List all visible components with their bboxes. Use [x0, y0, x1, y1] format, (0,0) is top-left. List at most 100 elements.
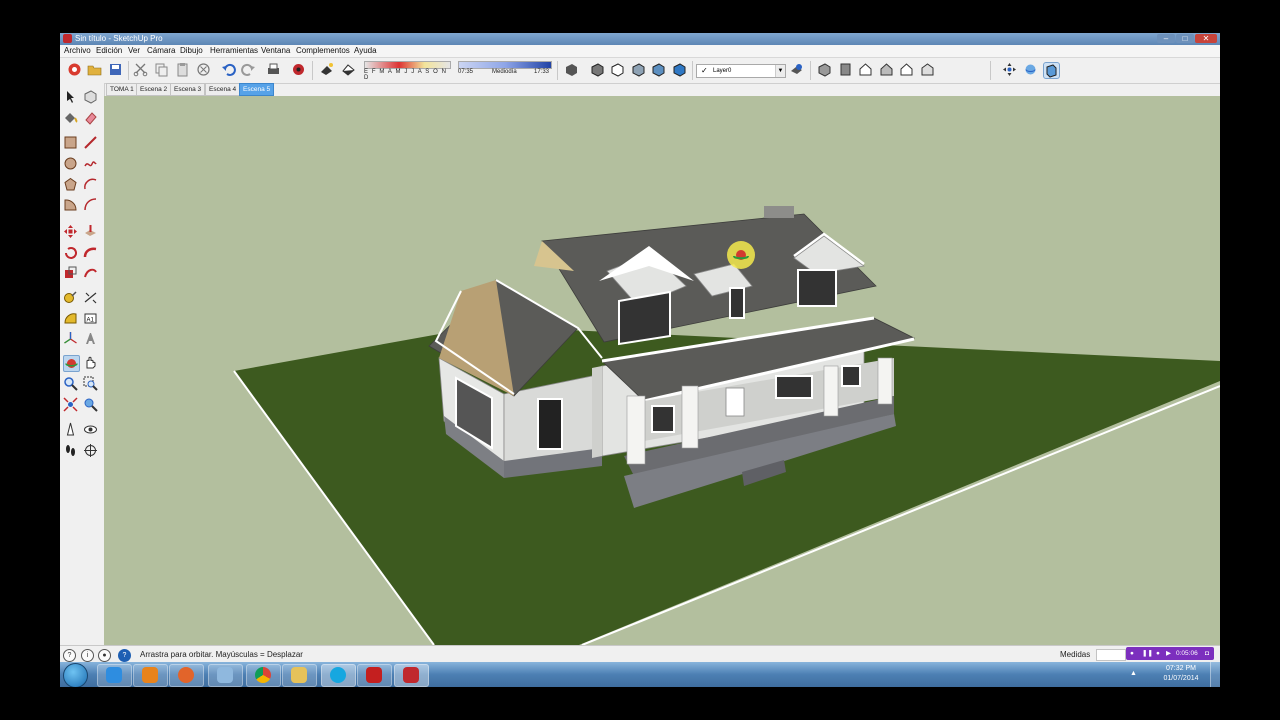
select-arrow-icon[interactable]	[63, 89, 78, 104]
shaded-style-icon[interactable]	[631, 62, 646, 77]
internet-explorer-icon[interactable]	[97, 664, 132, 687]
iso-view-icon[interactable]	[817, 62, 832, 77]
record-icon[interactable]: ●	[1156, 648, 1160, 659]
minimize-button[interactable]: –	[1157, 34, 1175, 43]
rotate-tool-icon[interactable]	[63, 245, 78, 260]
xray-style-icon[interactable]	[564, 62, 579, 77]
3d-text-icon[interactable]	[83, 331, 98, 346]
orbit-tool-icon[interactable]	[63, 355, 80, 372]
monochrome-style-icon[interactable]	[672, 62, 687, 77]
offset-tool-icon[interactable]	[83, 265, 98, 280]
acrobat-icon[interactable]	[357, 664, 392, 687]
close-button[interactable]: ✕	[1195, 34, 1217, 43]
shadows-toggle-icon[interactable]	[319, 62, 334, 77]
shadow-settings-icon[interactable]	[341, 62, 356, 77]
open-folder-icon[interactable]	[87, 62, 102, 77]
arc-2point-icon[interactable]	[83, 197, 98, 212]
cut-icon[interactable]	[133, 62, 148, 77]
model-viewport[interactable]	[104, 96, 1220, 645]
dimension-tool-icon[interactable]	[83, 290, 98, 305]
back-view-icon[interactable]	[899, 62, 914, 77]
undo-icon[interactable]	[221, 62, 236, 77]
move-tool-icon[interactable]	[63, 224, 78, 239]
file-explorer-icon[interactable]	[282, 664, 317, 687]
sketchup-taskbar-icon[interactable]	[394, 664, 429, 687]
model-info-icon[interactable]	[291, 62, 306, 77]
eraser-icon[interactable]	[83, 110, 98, 125]
wireframe-style-icon[interactable]	[590, 62, 605, 77]
chrome-icon[interactable]	[246, 664, 281, 687]
maximize-button[interactable]: □	[1176, 34, 1194, 43]
skype-icon[interactable]	[321, 664, 356, 687]
start-button[interactable]	[63, 663, 88, 687]
rectangle-tool-icon[interactable]	[63, 135, 78, 150]
show-desktop-button[interactable]	[1210, 662, 1220, 687]
menu-archivo[interactable]: Archivo	[64, 45, 91, 57]
arc-tool-icon[interactable]	[83, 177, 98, 192]
section-plane-icon[interactable]	[1043, 62, 1060, 79]
scene-tab-2[interactable]: Escena 2	[136, 83, 172, 96]
text-tool-icon[interactable]: A1	[83, 311, 98, 326]
scene-tab-1[interactable]: TOMA 1	[106, 83, 138, 96]
shaded-textures-style-icon[interactable]	[651, 62, 666, 77]
paste-icon[interactable]	[175, 62, 190, 77]
menu-ver[interactable]: Ver	[128, 45, 140, 57]
menu-edicion[interactable]: Edición	[96, 45, 122, 57]
hidden-line-style-icon[interactable]	[610, 62, 625, 77]
scene-tab-3[interactable]: Escena 3	[170, 83, 206, 96]
help-icon[interactable]: ?	[118, 649, 131, 662]
menu-complementos[interactable]: Complementos	[296, 45, 350, 57]
line-tool-icon[interactable]	[83, 135, 98, 150]
position-camera-icon[interactable]	[63, 422, 78, 437]
firefox-icon[interactable]	[169, 664, 204, 687]
zoom-icon[interactable]	[63, 376, 78, 391]
pie-tool-icon[interactable]	[63, 197, 78, 212]
paint-bucket-icon[interactable]	[63, 110, 78, 125]
layer-manager-icon[interactable]	[789, 62, 804, 77]
scene-tab-5[interactable]: Escena 5	[239, 83, 275, 96]
pan-hand-icon[interactable]	[83, 355, 98, 370]
layer-dropdown[interactable]: ✓ Layer0 ▼	[696, 64, 786, 78]
pause-icon[interactable]: ❚❚	[1142, 648, 1153, 659]
print-icon[interactable]	[266, 62, 281, 77]
zoom-window-icon[interactable]	[83, 376, 98, 391]
save-icon[interactable]	[108, 62, 123, 77]
geolocation-icon[interactable]: ?	[63, 649, 76, 662]
media-player-icon[interactable]	[133, 664, 168, 687]
make-component-icon[interactable]	[83, 89, 98, 104]
push-pull-icon[interactable]	[83, 224, 98, 239]
previous-view-icon[interactable]	[83, 397, 98, 412]
chevron-down-icon[interactable]: ▼	[775, 65, 785, 77]
move-arrows-icon[interactable]	[1002, 62, 1017, 77]
walk-footprints-icon[interactable]	[63, 443, 78, 458]
erase-icon[interactable]	[196, 62, 211, 77]
remote-desktop-icon[interactable]	[208, 664, 243, 687]
follow-me-icon[interactable]	[83, 245, 98, 260]
menu-dibujo[interactable]: Dibujo	[180, 45, 203, 57]
menu-ayuda[interactable]: Ayuda	[354, 45, 377, 57]
menu-camara[interactable]: Cámara	[147, 45, 175, 57]
left-view-icon[interactable]	[920, 62, 935, 77]
recorder-menu-icon[interactable]: ◘	[1205, 648, 1209, 659]
credits-icon[interactable]: i	[81, 649, 94, 662]
tape-measure-icon[interactable]	[63, 290, 78, 305]
look-around-icon[interactable]	[83, 422, 98, 437]
protractor-icon[interactable]	[63, 311, 78, 326]
axes-tool-icon[interactable]	[63, 331, 78, 346]
front-view-icon[interactable]	[858, 62, 873, 77]
section-plane-tool-icon[interactable]	[83, 443, 98, 458]
scale-tool-icon[interactable]	[63, 265, 78, 280]
copy-icon[interactable]	[154, 62, 169, 77]
tray-expand-icon[interactable]: ▲	[1130, 670, 1137, 677]
redo-icon[interactable]	[241, 62, 256, 77]
clock-date[interactable]: 01/07/2014	[1159, 675, 1203, 682]
circle-tool-icon[interactable]	[63, 156, 78, 171]
user-icon[interactable]: ●	[98, 649, 111, 662]
shadow-time-slider[interactable]: 07:35 Mediodía 17:33	[458, 61, 552, 79]
top-view-icon[interactable]	[838, 62, 853, 77]
menu-herramientas[interactable]: Herramientas	[210, 45, 258, 57]
polygon-tool-icon[interactable]	[63, 177, 78, 192]
orbit-icon-toolbar[interactable]	[1023, 62, 1038, 77]
menu-ventana[interactable]: Ventana	[261, 45, 290, 57]
scene-tab-4[interactable]: Escena 4	[205, 83, 241, 96]
